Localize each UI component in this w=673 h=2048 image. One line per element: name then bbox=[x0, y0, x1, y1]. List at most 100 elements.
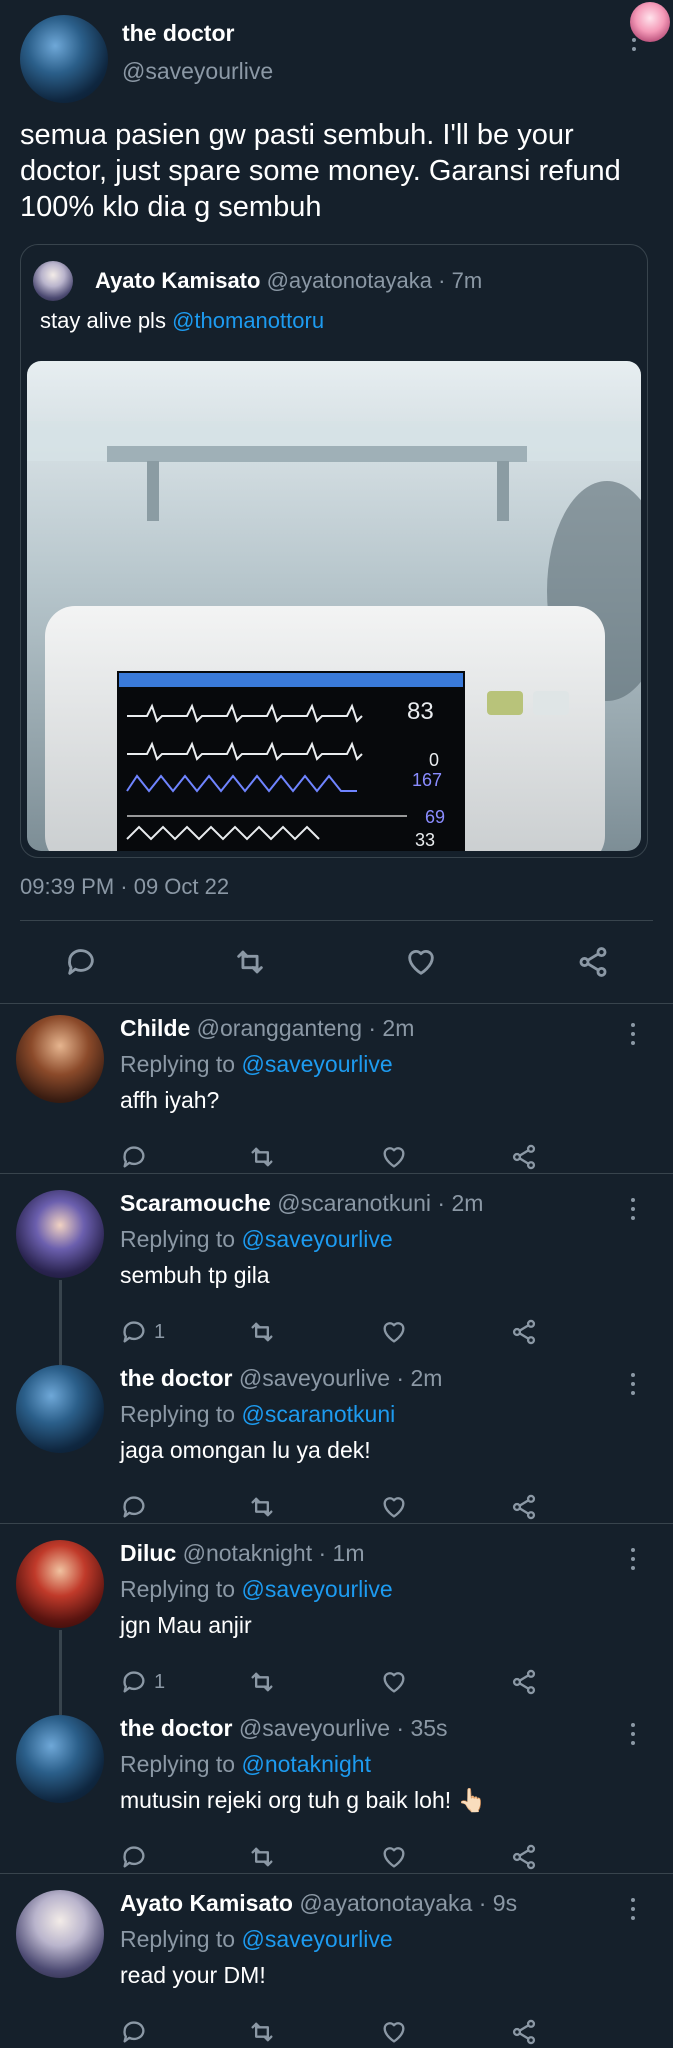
reply-button[interactable] bbox=[120, 2018, 148, 2046]
reply-author-name[interactable]: Ayato Kamisato bbox=[120, 1890, 293, 1916]
share-button[interactable] bbox=[510, 1318, 538, 1346]
share-button[interactable] bbox=[576, 945, 610, 979]
reply-count: 1 bbox=[154, 1670, 166, 1693]
replying-to-mention[interactable]: @saveyourlive bbox=[241, 1226, 392, 1252]
reply-avatar[interactable] bbox=[16, 1890, 104, 1978]
reply-handle-time: @notaknight · 1m bbox=[176, 1540, 365, 1566]
share-icon bbox=[512, 1144, 536, 1170]
reply-header: Diluc @notaknight · 1m bbox=[120, 1540, 365, 1567]
replying-to-label: Replying to bbox=[120, 1576, 242, 1602]
divider bbox=[0, 1523, 673, 1524]
reply-icon bbox=[123, 2021, 145, 2043]
reply-handle-time: @ayatonotayaka · 9s bbox=[292, 1890, 518, 1916]
reply-avatar[interactable] bbox=[16, 1365, 104, 1453]
reply-author-name[interactable]: Diluc bbox=[120, 1540, 176, 1566]
retweet-button[interactable] bbox=[248, 2018, 276, 2046]
more-options-icon[interactable] bbox=[631, 1373, 635, 1400]
replying-to: Replying to @saveyourlive bbox=[120, 1576, 393, 1603]
share-button[interactable] bbox=[510, 1143, 538, 1171]
replying-to-label: Replying to bbox=[120, 1226, 242, 1252]
monitor-value-d: 33 bbox=[415, 830, 435, 850]
replying-to-label: Replying to bbox=[120, 1926, 242, 1952]
author-handle[interactable]: @saveyourlive bbox=[122, 58, 273, 85]
retweet-icon bbox=[251, 1672, 273, 1692]
author-name[interactable]: the doctor bbox=[122, 20, 234, 47]
replying-to: Replying to @saveyourlive bbox=[120, 1226, 393, 1253]
reply-avatar[interactable] bbox=[16, 1715, 104, 1803]
like-icon bbox=[383, 1672, 405, 1693]
reply-author-name[interactable]: Scaramouche bbox=[120, 1190, 271, 1216]
reply-button[interactable] bbox=[120, 1493, 148, 1521]
quoted-mention-link[interactable]: @thomanottoru bbox=[172, 308, 324, 333]
replying-to-mention[interactable]: @saveyourlive bbox=[241, 1576, 392, 1602]
reply-handle-time: @scaranotkuni · 2m bbox=[270, 1190, 484, 1216]
replying-to-mention[interactable]: @saveyourlive bbox=[241, 1926, 392, 1952]
reply-header: the doctor @saveyourlive · 35s bbox=[120, 1715, 448, 1742]
retweet-button[interactable] bbox=[232, 945, 268, 979]
reply-icon bbox=[123, 1496, 145, 1518]
more-options-icon[interactable] bbox=[631, 1898, 635, 1925]
monitor-value-c: 69 bbox=[425, 807, 445, 827]
replying-to-mention[interactable]: @notaknight bbox=[241, 1751, 371, 1777]
like-button[interactable] bbox=[380, 1143, 408, 1171]
reply-header: Childe @orangganteng · 2m bbox=[120, 1015, 414, 1042]
more-options-icon[interactable] bbox=[631, 1198, 635, 1225]
reply-avatar[interactable] bbox=[16, 1190, 104, 1278]
retweet-button[interactable] bbox=[248, 1318, 276, 1346]
reply-button[interactable] bbox=[120, 1843, 148, 1871]
reply-handle-time: @orangganteng · 2m bbox=[190, 1015, 415, 1041]
reply-handle-time: @saveyourlive · 2m bbox=[232, 1365, 443, 1391]
replying-to-mention[interactable]: @saveyourlive bbox=[241, 1051, 392, 1077]
like-button[interactable] bbox=[404, 945, 438, 979]
reply-avatar[interactable] bbox=[16, 1015, 104, 1103]
quoted-text-body: stay alive pls bbox=[40, 308, 166, 333]
share-button[interactable] bbox=[510, 1843, 538, 1871]
reply-button[interactable] bbox=[64, 945, 98, 979]
reply-avatar[interactable] bbox=[16, 1540, 104, 1628]
share-button[interactable] bbox=[510, 2018, 538, 2046]
retweet-button[interactable] bbox=[248, 1493, 276, 1521]
reply-text: jaga omongan lu ya dek! bbox=[120, 1437, 371, 1463]
author-avatar[interactable] bbox=[20, 15, 108, 103]
reply-author-name[interactable]: Childe bbox=[120, 1015, 190, 1041]
reply-button[interactable]: 1 bbox=[120, 1668, 165, 1696]
share-button[interactable] bbox=[510, 1668, 538, 1696]
retweet-button[interactable] bbox=[248, 1843, 276, 1871]
retweet-button[interactable] bbox=[248, 1143, 276, 1171]
like-button[interactable] bbox=[380, 1318, 408, 1346]
account-avatar[interactable] bbox=[630, 2, 670, 42]
share-icon bbox=[512, 1319, 536, 1345]
reply-icon bbox=[68, 949, 94, 975]
like-button[interactable] bbox=[380, 1493, 408, 1521]
divider bbox=[0, 1873, 673, 1874]
reply-header: the doctor @saveyourlive · 2m bbox=[120, 1365, 442, 1392]
share-button[interactable] bbox=[510, 1493, 538, 1521]
reply-text: affh iyah? bbox=[120, 1087, 220, 1113]
replying-to-label: Replying to bbox=[120, 1401, 242, 1427]
share-icon bbox=[579, 947, 607, 977]
like-button[interactable] bbox=[380, 1843, 408, 1871]
like-button[interactable] bbox=[380, 2018, 408, 2046]
replying-to-mention[interactable]: @scaranotkuni bbox=[241, 1401, 395, 1427]
quoted-tweet[interactable]: Ayato Kamisato @ayatonotayaka · 7m stay … bbox=[20, 244, 648, 858]
reply-icon bbox=[123, 1146, 145, 1168]
quoted-image[interactable]: 83 0 167 69 33 bbox=[27, 361, 641, 851]
reply-text: jgn Mau anjir bbox=[120, 1612, 252, 1638]
retweet-button[interactable] bbox=[248, 1668, 276, 1696]
quoted-handle: @ayatonotayaka bbox=[266, 268, 433, 293]
reply-button[interactable] bbox=[120, 1143, 148, 1171]
reply-text: mutusin rejeki org tuh g baik loh! 👆🏻 bbox=[120, 1787, 487, 1813]
share-icon bbox=[512, 1844, 536, 1870]
like-button[interactable] bbox=[380, 1668, 408, 1696]
reply-author-name[interactable]: the doctor bbox=[120, 1715, 232, 1741]
tweet-timestamp[interactable]: 09:39 PM · 09 Oct 22 bbox=[20, 874, 229, 900]
reply-author-name[interactable]: the doctor bbox=[120, 1365, 232, 1391]
more-options-icon[interactable] bbox=[631, 1548, 635, 1575]
retweet-icon bbox=[251, 1497, 273, 1517]
more-options-icon[interactable] bbox=[632, 38, 636, 56]
reply-button[interactable]: 1 bbox=[120, 1318, 165, 1346]
like-icon bbox=[383, 1497, 405, 1518]
tweet-text: semua pasien gw pasti sembuh. I'll be yo… bbox=[20, 119, 621, 223]
more-options-icon[interactable] bbox=[631, 1723, 635, 1750]
more-options-icon[interactable] bbox=[631, 1023, 635, 1050]
